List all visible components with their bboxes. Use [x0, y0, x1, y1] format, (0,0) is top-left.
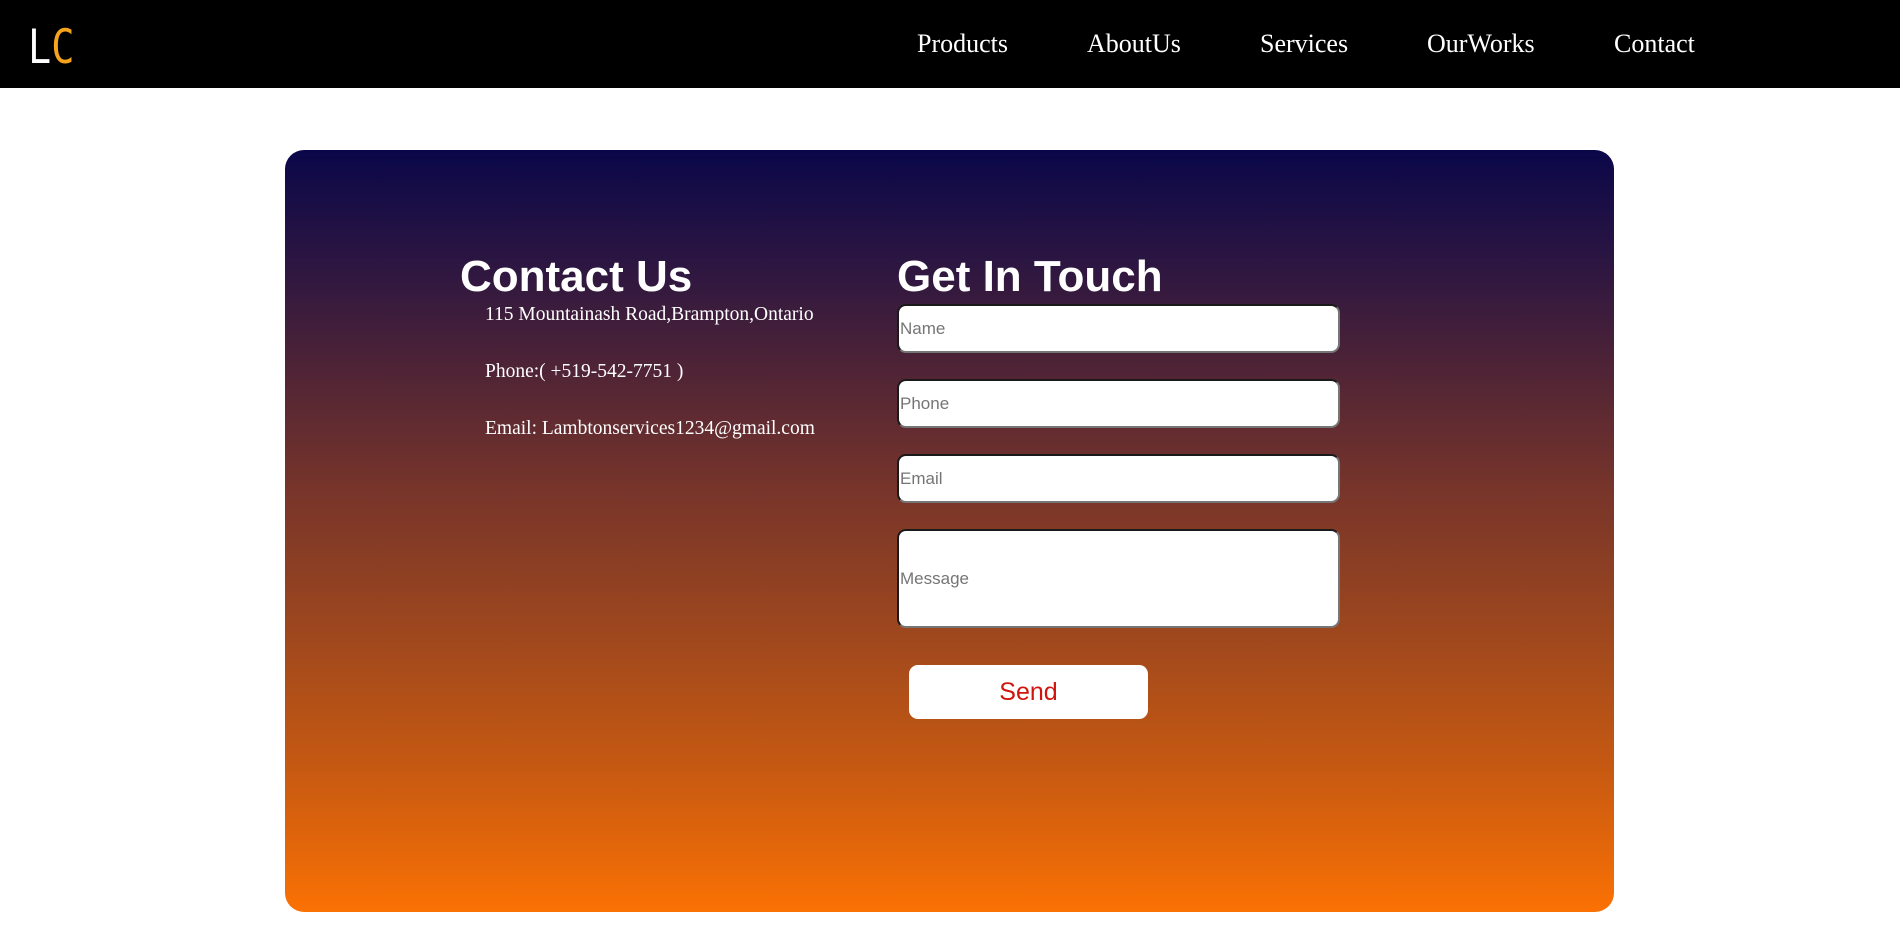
nav-link-contact[interactable]: Contact [1614, 0, 1695, 88]
nav-link-about-us[interactable]: AboutUs [1087, 0, 1181, 88]
logo-letter-c: C [51, 20, 75, 75]
get-in-touch-heading: Get In Touch [897, 252, 1163, 301]
nav-link-products[interactable]: Products [917, 0, 1008, 88]
send-button[interactable]: Send [909, 665, 1148, 719]
contact-phone: Phone:( +519-542-7751 ) [485, 361, 684, 382]
phone-input[interactable] [897, 379, 1340, 428]
name-input[interactable] [897, 304, 1340, 353]
message-textarea[interactable] [897, 529, 1340, 628]
nav-link-services[interactable]: Services [1260, 0, 1348, 88]
email-input[interactable] [897, 454, 1340, 503]
logo-letter-l: L [28, 20, 52, 75]
contact-us-heading: Contact Us [460, 252, 693, 301]
contact-email: Email: Lambtonservices1234@gmail.com [485, 418, 815, 439]
site-logo[interactable]: LC [28, 22, 74, 74]
contact-address: 115 Mountainash Road,Brampton,Ontario [485, 304, 814, 325]
nav-link-our-works[interactable]: OurWorks [1427, 0, 1535, 88]
contact-card: Contact Us 115 Mountainash Road,Brampton… [285, 150, 1614, 912]
top-navigation-bar: LC Products AboutUs Services OurWorks Co… [0, 0, 1900, 88]
